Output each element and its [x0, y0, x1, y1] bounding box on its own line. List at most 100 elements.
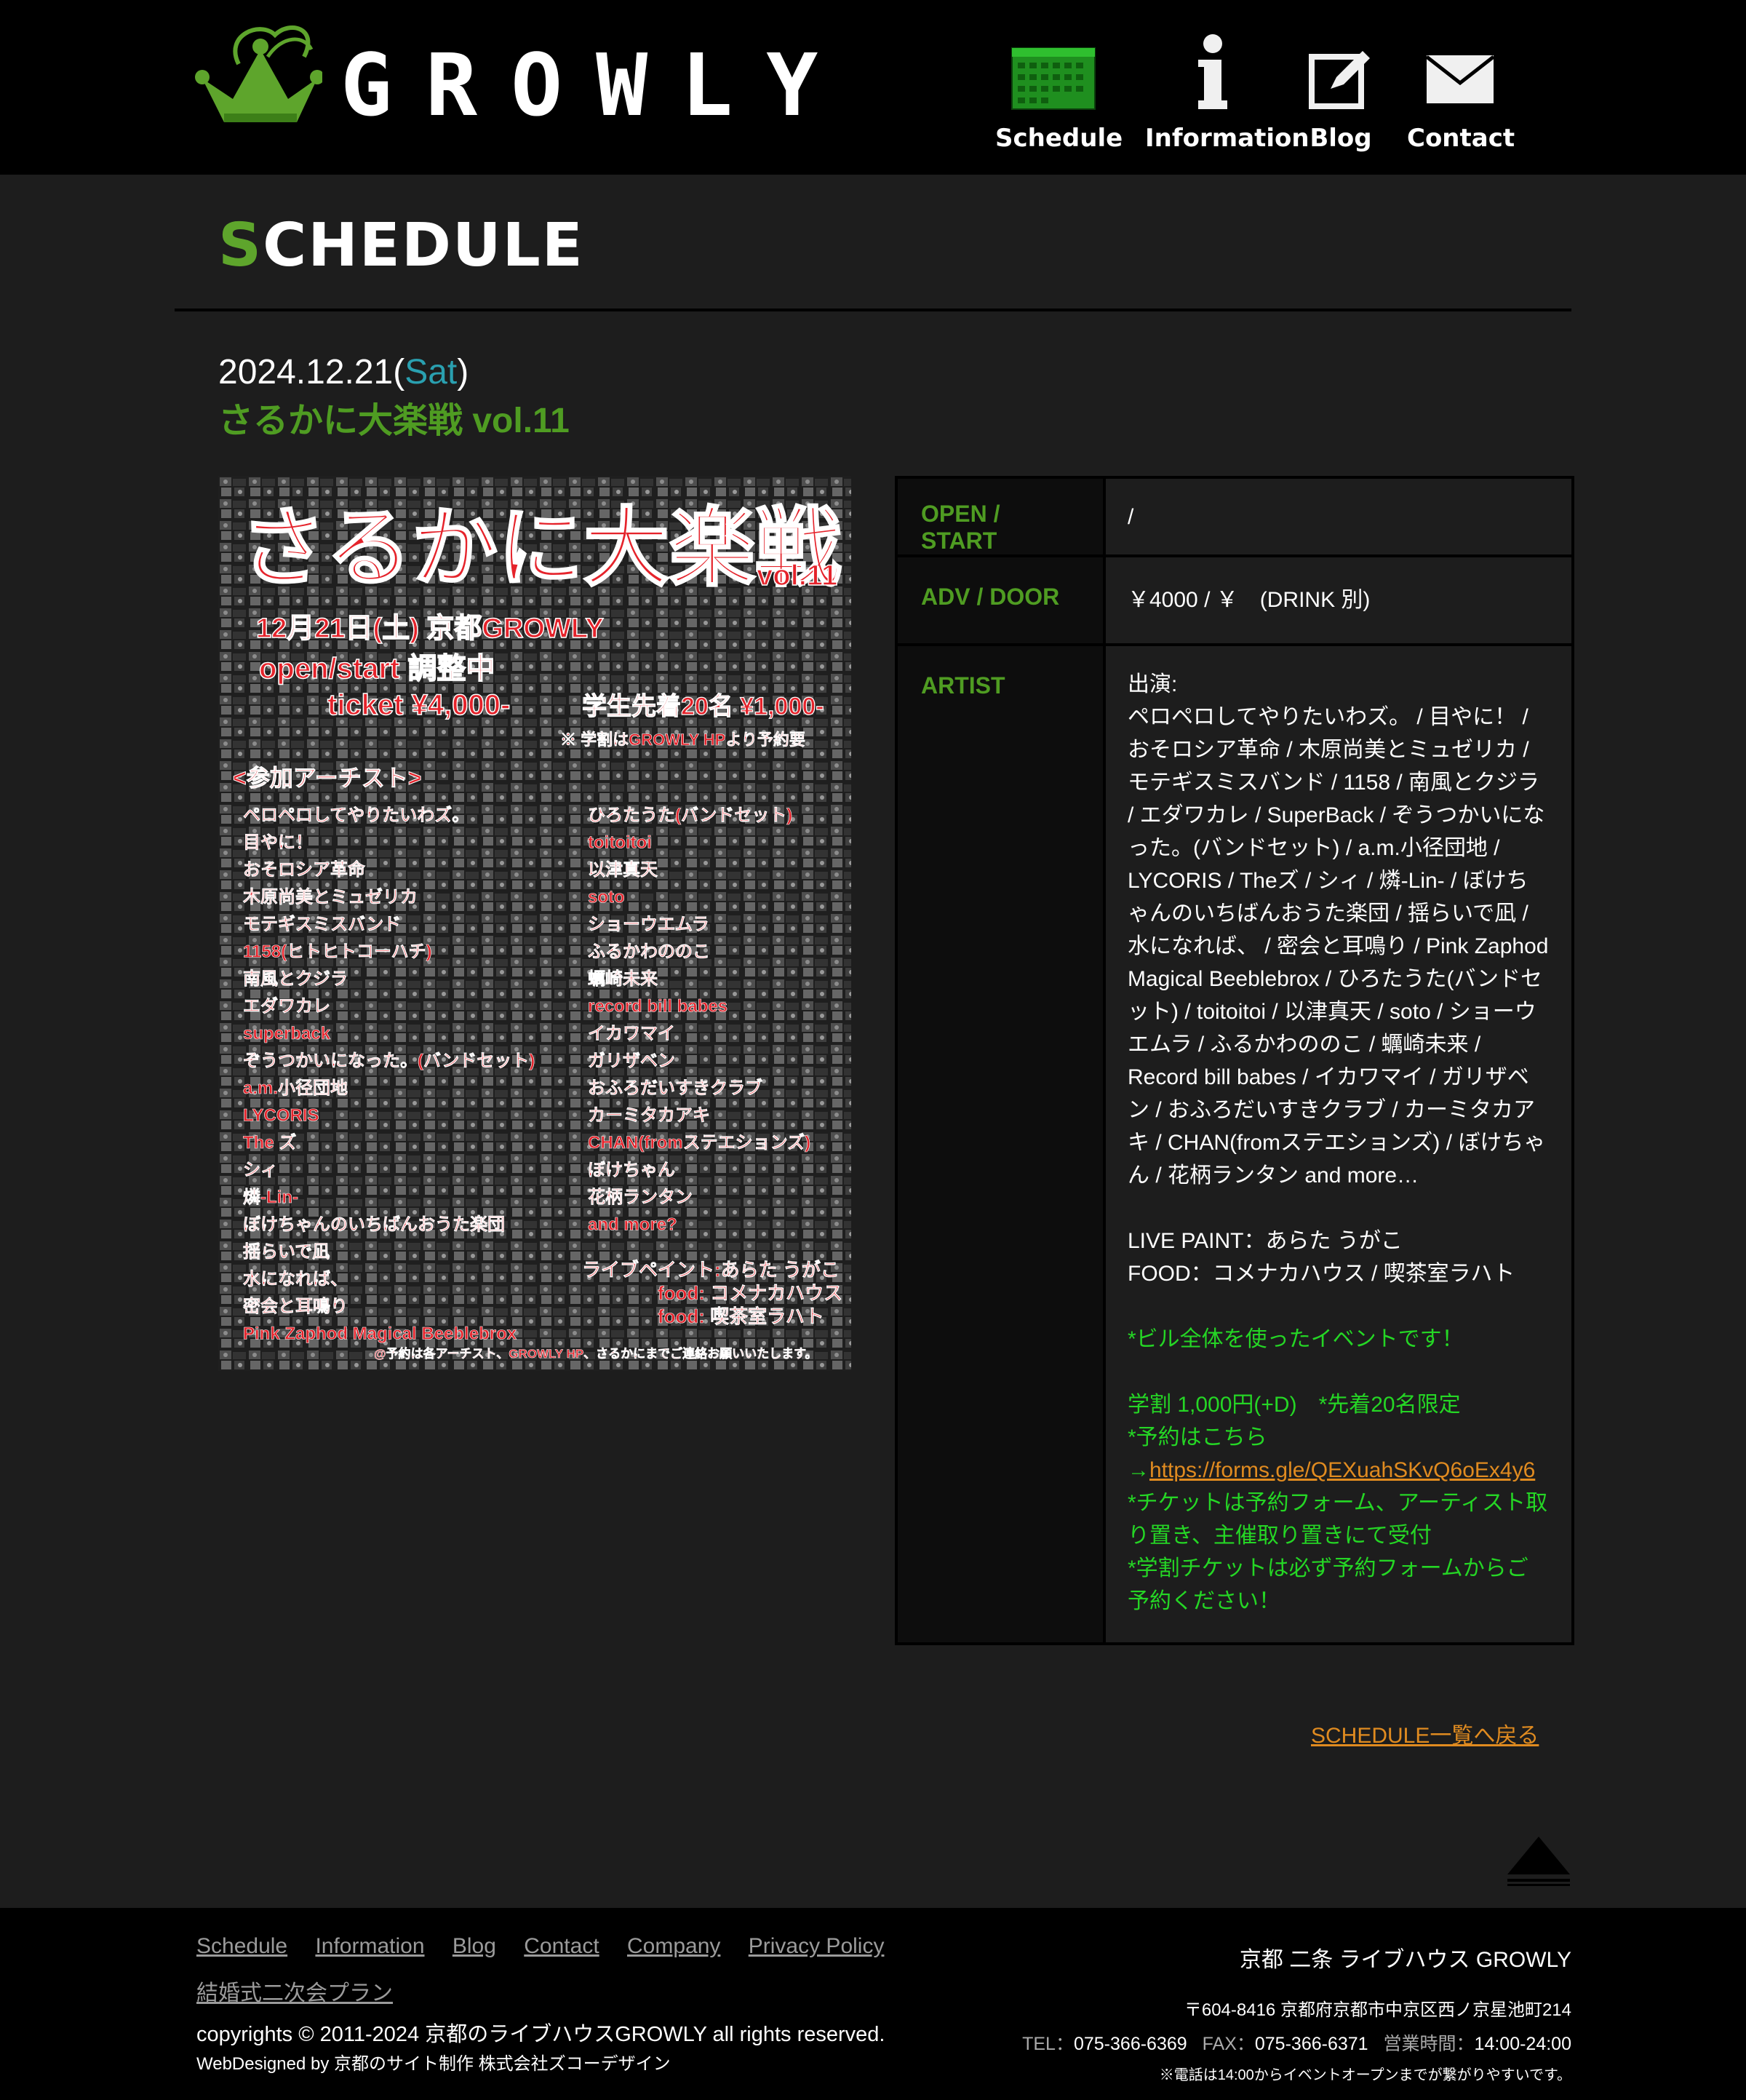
student-discount: 学割 1,000円(+D) *先着20名限定	[1128, 1393, 1461, 1417]
flyer-artist: CHAN(fromステエションズ)	[588, 1132, 810, 1153]
footer-link-schedule[interactable]: Schedule	[196, 1934, 287, 1958]
flyer-date: 12月21日(土) 京都GROWLY	[256, 613, 604, 644]
scroll-to-top-icon[interactable]	[1504, 1834, 1573, 1888]
flyer-title: さるかに大楽戦	[240, 501, 841, 597]
flyer-artist: 揺らいで凪	[243, 1242, 330, 1262]
footer-link-wedding[interactable]: 結婚式二次会プラン	[196, 1981, 393, 2005]
copyright: copyrights © 2011-2024 京都のライブハウスGROWLY a…	[196, 2023, 885, 2046]
title-divider	[175, 309, 1571, 311]
flyer-image: さるかに大楽戦 vol.11 12月21日(土) 京都GROWLY open/s…	[218, 476, 851, 1371]
flyer-open: open/start 調整中	[259, 653, 495, 685]
site-header: GROWLY Schedule Information Blog Contact	[0, 0, 1746, 175]
crown-icon	[195, 25, 322, 122]
site-logo[interactable]: GROWLY	[195, 20, 850, 137]
nav-information[interactable]: Information	[1145, 29, 1310, 153]
flyer-artist: and more?	[588, 1215, 677, 1235]
flyer-artist: toitoitoi	[588, 833, 652, 853]
flyer-food2: food: 喫茶室ラハト	[658, 1305, 824, 1327]
artist-list: ペロペロしてやりたいわズ。 / 目やに！ / おそロシア革命 / 木原尚美とミュ…	[1128, 705, 1549, 1188]
flyer-artist: 目やに！	[243, 833, 313, 853]
artist-label: ARTIST	[898, 646, 1106, 1642]
phone-note: ※電話は14:00からイベントオープンまでが繋がりやすいです。	[1159, 2067, 1571, 2083]
open-start-value: /	[1128, 505, 1134, 529]
flyer-artist: 以津真天	[588, 859, 658, 880]
flyer-ticket: ticket ¥4,000-	[327, 689, 510, 721]
food-info: FOOD：コメナカハウス / 喫茶室ラハト	[1128, 1262, 1515, 1286]
flyer-artist: 水になれば、	[243, 1270, 348, 1289]
flyer-artist: 南風とクジラ	[243, 969, 348, 989]
flyer-artist: 蠣崎未来	[588, 969, 658, 989]
flyer-artist: ショーウエムラ	[588, 915, 709, 934]
contact-numbers: TEL：075-366-6369 FAX：075-366-6371 営業時間：1…	[1022, 2034, 1571, 2054]
event-info-table: OPEN / START / ADV / DOOR ￥4000 / ￥ (DRI…	[895, 476, 1574, 1645]
flyer-artist: 木原尚美とミュゼリカ	[242, 887, 418, 907]
flyer-artist: 燐-Lin-	[243, 1188, 298, 1207]
flyer-food1: food: コメナカハウス	[658, 1282, 842, 1304]
flyer-artist: 花柄ランタン	[588, 1188, 693, 1207]
flyer-artist: LYCORIS	[243, 1106, 319, 1126]
flyer-artist: ぼけちゃんのいちばんおうた楽団	[243, 1214, 505, 1235]
nav-blog[interactable]: Blog	[1301, 29, 1381, 153]
info-icon	[1198, 34, 1227, 109]
flyer-artist: Pink Zaphod Magical Beeblebrox	[243, 1324, 517, 1344]
nav-contact[interactable]: Contact	[1407, 29, 1515, 153]
reserve-note: *予約はこちら	[1128, 1425, 1267, 1449]
mail-icon	[1425, 55, 1495, 103]
flyer-artist: 密会と耳鳴り	[243, 1296, 348, 1316]
venue-info: 京都 二条 ライブハウス GROWLY 〒604-8416 京都府京都市中京区西…	[1022, 1941, 1571, 2084]
ticket-note: *チケットは予約フォーム、アーティスト取り置き、主催取り置きにて受付	[1128, 1491, 1548, 1548]
fax-number: 075-366-6371	[1254, 2034, 1368, 2054]
adv-door-value: ￥4000 / ￥ (DRINK 別)	[1128, 588, 1371, 612]
row-open-start: OPEN / START /	[898, 479, 1571, 557]
footer-nav: Schedule Information Blog Contact Compan…	[196, 1934, 906, 1959]
flyer-footer-note: @予約は各アーチスト、GROWLY HP、さるかにまでご連絡お願いいたします。	[374, 1346, 817, 1361]
footer-link-blog[interactable]: Blog	[453, 1934, 496, 1958]
venue-note: *ビル全体を使ったイベントです！	[1128, 1327, 1464, 1351]
logo-wordmark: GROWLY	[340, 35, 852, 135]
flyer-artist: カーミタカアキ	[588, 1106, 710, 1126]
flyer-artist: ひろたうた(バンドセット)	[588, 806, 792, 825]
flyer-artist: The ズ	[243, 1132, 296, 1153]
tel-number: 075-366-6369	[1073, 2034, 1187, 2054]
flyer-artist: soto	[588, 888, 625, 907]
nav-information-label: Information	[1145, 124, 1310, 153]
flyer-artist: モテギスミスバンド	[243, 915, 401, 934]
edit-icon	[1309, 51, 1370, 109]
flyer-student: 学生先着20名 ¥1,000-	[582, 692, 824, 720]
flyer-artist: おふろだいすきクラブ	[588, 1078, 762, 1098]
nav-schedule[interactable]: Schedule	[995, 29, 1123, 153]
flyer-artist: ふるかわののこ	[588, 942, 710, 962]
flyer-artist: a.m.小径団地	[243, 1078, 348, 1098]
flyer-artist: シィ	[243, 1161, 278, 1180]
adv-door-label: ADV / DOOR	[898, 557, 1106, 643]
flyer-artist: ぼけちゃん	[588, 1161, 675, 1180]
venue-address: 〒604-8416 京都府京都市中京区西ノ京星池町214	[1184, 2000, 1571, 2020]
flyer-artist: ガリザベン	[588, 1051, 675, 1071]
footer-link-company[interactable]: Company	[627, 1934, 720, 1958]
event-day-of-week: Sat	[404, 353, 458, 391]
flyer-paint: ライブペイント:あらた うがこ	[582, 1259, 840, 1281]
row-adv-door: ADV / DOOR ￥4000 / ￥ (DRINK 別)	[898, 557, 1571, 646]
footer-link-privacy[interactable]: Privacy Policy	[749, 1934, 885, 1958]
flyer-artist: superback	[243, 1024, 331, 1043]
back-to-schedule-link[interactable]: SCHEDULE一覧へ戻る	[1311, 1717, 1539, 1749]
flyer-artist: エダワカレ	[243, 996, 330, 1017]
live-paint: LIVE PAINT：あらた うがこ	[1128, 1229, 1403, 1253]
flyer-artist: イカワマイ	[588, 1024, 675, 1043]
reservation-link[interactable]: https://forms.gle/QEXuahSKvQ6oEx4y6	[1149, 1458, 1535, 1482]
artist-intro: 出演:	[1128, 672, 1178, 696]
open-start-label: OPEN / START	[898, 479, 1106, 554]
event-flyer: さるかに大楽戦 vol.11 12月21日(土) 京都GROWLY open/s…	[218, 476, 851, 1371]
footer-link-contact[interactable]: Contact	[524, 1934, 599, 1958]
flyer-artist: ペロペロしてやりたいわズ。	[243, 805, 469, 825]
nav-contact-label: Contact	[1407, 124, 1515, 153]
student-ticket-note: *学割チケットは必ず予約フォームからご予約ください！	[1128, 1556, 1528, 1613]
footer-link-information[interactable]: Information	[315, 1934, 424, 1958]
flyer-student-note: ※ 学割はGROWLY HPより予約要	[560, 731, 805, 749]
flyer-artist: 1158(ヒトヒトコーハチ)	[243, 942, 432, 962]
row-artist: ARTIST 出演: ペロペロしてやりたいわズ。 / 目やに！ / おそロシア革…	[898, 646, 1571, 1642]
page-title: SCHEDULE	[218, 211, 584, 280]
flyer-artist: record bill babes	[588, 997, 728, 1017]
flyer-artists-heading: <参加アーチスト>	[233, 765, 421, 791]
artist-value: 出演: ペロペロしてやりたいわズ。 / 目やに！ / おそロシア革命 / 木原尚…	[1106, 646, 1571, 1642]
